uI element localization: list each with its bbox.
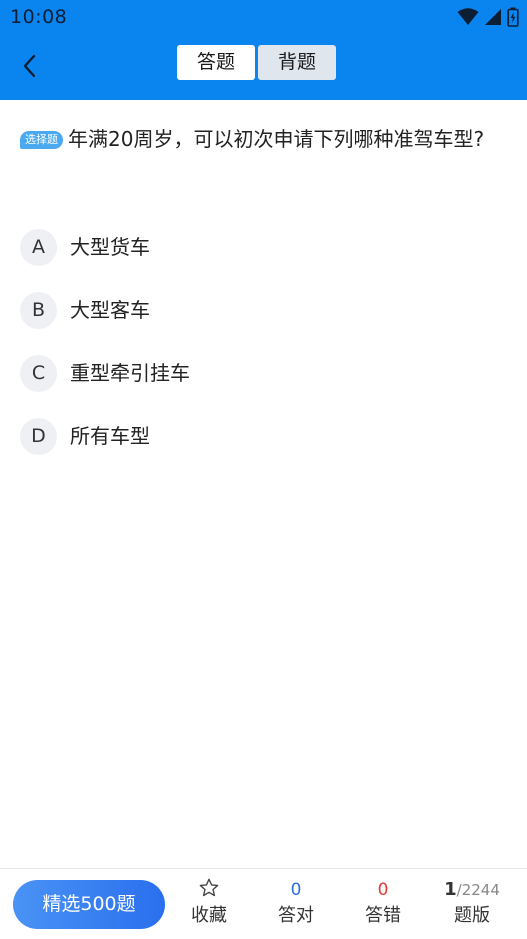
option-letter: A (20, 229, 57, 266)
options-list: A 大型货车 B 大型客车 C 重型牵引挂车 D 所有车型 (20, 229, 510, 481)
option-text: 大型货车 (70, 235, 150, 259)
favorite-label: 收藏 (191, 905, 227, 926)
correct-count: 0 (290, 880, 302, 900)
question-panel-label: 题版 (454, 905, 490, 926)
question-text-block: 选择题 年满20周岁，可以初次申请下列哪种准驾车型? (20, 122, 510, 157)
selected-500-button[interactable]: 精选500题 (13, 880, 165, 929)
option-c[interactable]: C 重型牵引挂车 (20, 355, 510, 418)
progress-indicator: 1/2244 (432, 877, 512, 903)
toolbar: 答题 背题 (0, 36, 527, 100)
option-b[interactable]: B 大型客车 (20, 292, 510, 355)
mode-toggle: 答题 背题 (177, 45, 336, 80)
question-panel-button[interactable]: 1/2244 题版 (432, 877, 512, 929)
tab-answer[interactable]: 答题 (177, 45, 255, 80)
status-bar: 10:08 (0, 0, 527, 36)
question-type-badge: 选择题 (20, 131, 63, 149)
option-letter: C (20, 355, 57, 392)
bottom-bar: 精选500题 收藏 0 答对 0 答错 1/2244 题版 (0, 868, 527, 939)
option-text: 重型牵引挂车 (70, 361, 190, 385)
star-icon (198, 878, 220, 901)
wrong-label: 答错 (365, 905, 401, 926)
wrong-count-item[interactable]: 0 答错 (348, 877, 418, 929)
question-text: 年满20周岁，可以初次申请下列哪种准驾车型? (68, 127, 485, 151)
wifi-icon (457, 8, 479, 30)
status-icons (457, 7, 519, 31)
option-letter: B (20, 292, 57, 329)
favorite-button[interactable]: 收藏 (174, 877, 244, 929)
tab-memorize[interactable]: 背题 (258, 45, 336, 80)
correct-count-item[interactable]: 0 答对 (261, 877, 331, 929)
option-text: 所有车型 (70, 424, 150, 448)
battery-icon (507, 7, 519, 31)
status-time: 10:08 (10, 6, 68, 28)
favorite-icon-wrap (174, 877, 244, 903)
signal-icon (484, 8, 502, 30)
option-text: 大型客车 (70, 298, 150, 322)
option-letter: D (20, 418, 57, 455)
option-a[interactable]: A 大型货车 (20, 229, 510, 292)
app-header: 10:08 答题 背题 (0, 0, 527, 100)
option-d[interactable]: D 所有车型 (20, 418, 510, 481)
progress-current: 1 (444, 879, 457, 900)
chevron-left-icon (20, 52, 40, 84)
wrong-count: 0 (377, 880, 389, 900)
correct-label: 答对 (278, 905, 314, 926)
progress-total: 2244 (461, 881, 500, 899)
back-button[interactable] (12, 50, 48, 86)
